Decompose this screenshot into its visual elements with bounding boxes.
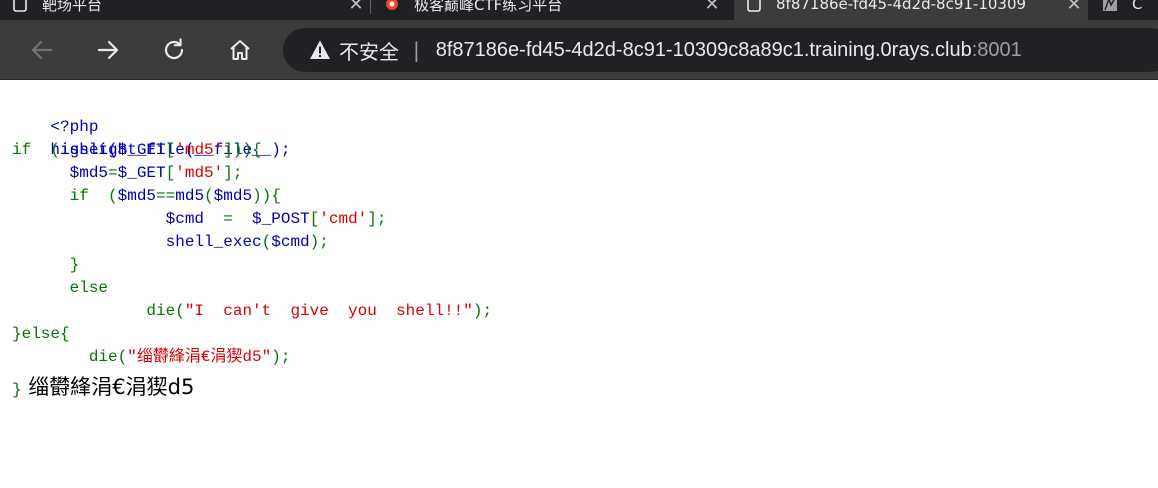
code-token: $_POST (252, 210, 310, 228)
tab-1-title: 靶场平台 (42, 0, 103, 14)
code-token: [ (309, 210, 320, 228)
code-token: ( (261, 233, 272, 251)
output-text: 缁欎綘涓€涓猰d5 (28, 375, 195, 399)
code-token: else (12, 279, 109, 297)
code-line-4: $md5=$_GET['md5']; (12, 162, 1158, 185)
code-token: $md5 (117, 187, 157, 205)
code-token: $cmd (12, 210, 224, 228)
home-button[interactable] (220, 30, 260, 70)
php-source-listing: <?php highlight_file(__file__); if (isse… (12, 93, 1158, 369)
tab-3-title: 8f87186e-fd45-4d2d-8c91-10309 (776, 0, 1027, 13)
code-line-2: highlight_file(__file__); (12, 116, 1158, 159)
code-line-12: die("缁欎綘涓€涓猰d5"); (12, 346, 1158, 369)
code-line-7: shell_exec($cmd); (12, 231, 1158, 254)
code-line-1: <?php (12, 93, 1158, 136)
security-label[interactable]: 不安全 (339, 36, 399, 65)
url-port[interactable]: :8001 (972, 39, 1022, 62)
code-line-5: if ($md5==md5($md5)){ (12, 185, 1158, 208)
address-divider: | (413, 38, 420, 62)
code-token: "I can't give you shell!!" (184, 302, 473, 320)
code-token: $_GET (117, 164, 166, 182)
code-token: [ (165, 164, 176, 182)
tab-2-close-icon[interactable]: ✕ (698, 0, 726, 15)
forward-button[interactable] (88, 30, 128, 70)
code-token: isset( (60, 141, 118, 159)
code-line-9: else (12, 277, 1158, 300)
code-token: "缁欎綘涓€涓猰d5" (127, 348, 272, 366)
tab-separator (370, 0, 371, 14)
code-token: ])){ (223, 141, 262, 159)
tab-4-title: C (1132, 0, 1143, 13)
code-token: )){ (252, 187, 281, 205)
code-token: $md5 (213, 187, 253, 205)
back-arrow-icon (31, 40, 53, 60)
tab-4-favicon-icon (1103, 0, 1117, 11)
code-token: ( (204, 187, 214, 205)
code-token: 'md5' (175, 164, 224, 182)
code-token: } (12, 256, 80, 274)
code-token: die( (12, 348, 128, 366)
reload-button[interactable] (154, 30, 194, 70)
code-token: 'cmd' (319, 210, 368, 228)
code-token: shell_exec (12, 233, 262, 251)
code-token: ]; (367, 210, 387, 228)
reload-icon (164, 38, 184, 60)
code-token: $cmd (271, 233, 310, 251)
ctf-site-icon (386, 0, 398, 10)
code-token: 'md5' (175, 141, 224, 159)
tab-3-close-icon[interactable]: ✕ (1060, 0, 1088, 15)
code-token: ); (271, 348, 291, 366)
forward-arrow-icon (97, 40, 119, 60)
code-token: $md5 (12, 164, 109, 182)
back-button[interactable] (22, 30, 62, 70)
closing-brace: } (12, 381, 22, 399)
code-token: if ( (12, 141, 61, 159)
tab-4[interactable]: C (1090, 0, 1158, 20)
page-output: } 缁欎綘涓€涓猰d5 (12, 371, 194, 401)
code-line-10: die("I can't give you shell!!"); (12, 300, 1158, 323)
code-line-8: } (12, 254, 1158, 277)
code-token: md5 (175, 187, 205, 205)
code-token: ); (472, 302, 493, 320)
tab-1-close-icon[interactable]: ✕ (342, 0, 370, 15)
code-token: = (223, 210, 253, 228)
warning-icon[interactable] (309, 39, 331, 61)
code-token: if ( (12, 187, 118, 205)
code-token: }else{ (12, 325, 70, 343)
page-icon (747, 0, 761, 12)
code-line-11: }else{ (12, 323, 1158, 346)
code-token: ); (309, 233, 329, 251)
tab-2-title: 极客巅峰CTF练习平台 (414, 0, 563, 14)
code-line-3: if (isset($_GET['md5'])){ (12, 139, 1158, 162)
code-token: <?php (50, 118, 99, 136)
code-line-6: $cmd = $_POST['cmd']; (12, 208, 1158, 231)
tab-3-active[interactable]: 8f87186e-fd45-4d2d-8c91-10309 ✕ (734, 0, 1088, 20)
browser-toolbar: 不安全 | 8f87186e-fd45-4d2d-8c91-10309c8a89… (0, 20, 1158, 80)
code-token: $_GET (117, 141, 166, 159)
page-icon (13, 0, 27, 12)
home-icon (230, 40, 250, 60)
tab-2[interactable]: 极客巅峰CTF练习平台 ✕ (372, 0, 726, 20)
code-token: [ (165, 141, 176, 159)
code-token: ]; (223, 164, 243, 182)
tab-strip: 靶场平台 ✕ 极客巅峰CTF练习平台 ✕ 8f87186e-fd45-4d2d-… (0, 0, 1158, 20)
tab-1[interactable]: 靶场平台 ✕ (0, 0, 370, 20)
address-bar[interactable]: 不安全 | 8f87186e-fd45-4d2d-8c91-10309c8a89… (283, 28, 1158, 72)
code-token: die( (12, 302, 185, 320)
url-host[interactable]: 8f87186e-fd45-4d2d-8c91-10309c8a89c1.tra… (436, 39, 972, 62)
code-token: == (156, 187, 176, 205)
code-token: = (108, 164, 118, 182)
